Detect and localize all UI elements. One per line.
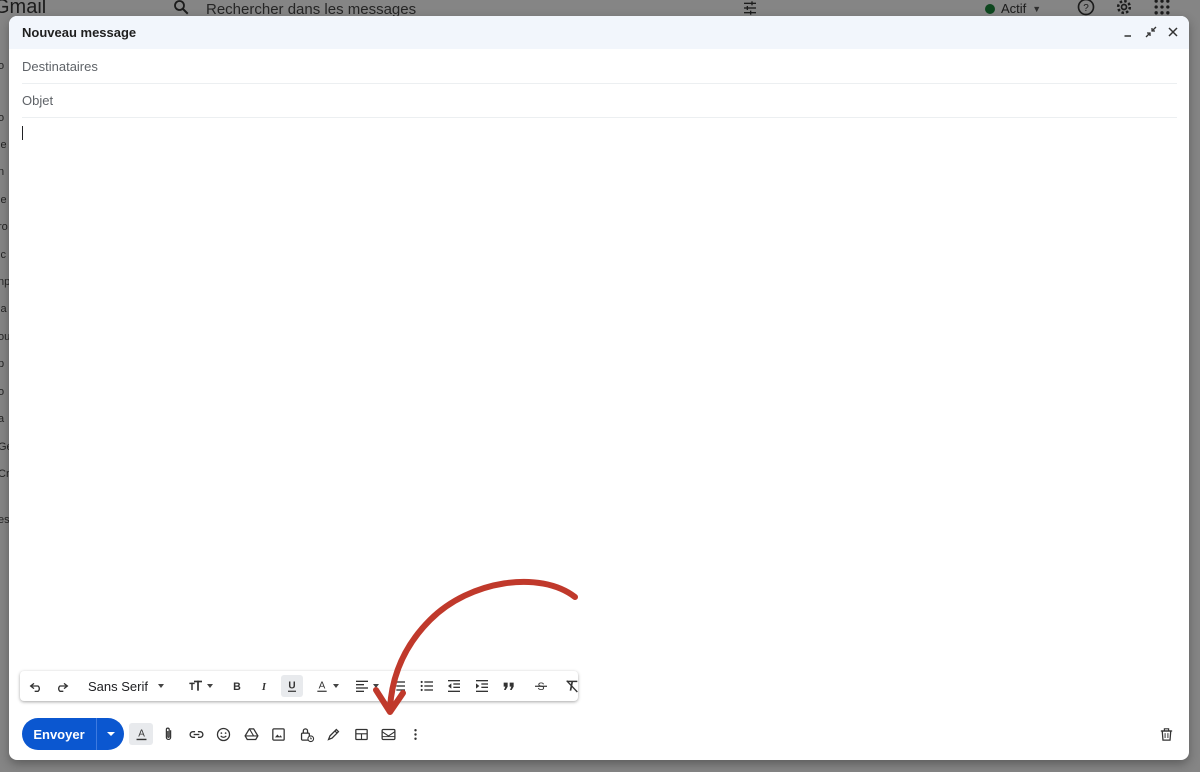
compose-header: Nouveau message: [9, 16, 1189, 49]
redo-icon: [58, 682, 69, 692]
link-icon: [189, 730, 203, 738]
drive-button[interactable]: [239, 723, 263, 745]
formatting-toolbar: Sans Serif B I U A 123 S: [20, 671, 578, 701]
layouts-icon: [354, 728, 368, 740]
align-icon: [355, 680, 368, 692]
emoji-button[interactable]: [211, 723, 235, 745]
underline-icon: U: [288, 681, 296, 692]
drive-icon: [243, 727, 259, 740]
chevron-down-icon: [157, 684, 164, 688]
photo-icon: [271, 727, 285, 741]
text-size-icon: [188, 680, 202, 691]
text-color-icon: A: [316, 681, 327, 692]
exit-fullscreen-icon: [1145, 26, 1157, 38]
numbered-list-icon: 123: [392, 679, 405, 692]
quote-icon: [503, 682, 514, 690]
undo-button[interactable]: [25, 675, 47, 697]
svg-text:A: A: [138, 728, 145, 739]
compose-window: Nouveau message Sans Serif: [9, 16, 1189, 760]
bulleted-list-button[interactable]: [416, 675, 438, 697]
discard-draft-button[interactable]: [1154, 723, 1178, 745]
undo-icon: [29, 682, 40, 692]
minimize-icon: [1124, 35, 1131, 37]
exit-fullscreen-button[interactable]: [1143, 24, 1159, 40]
align-button[interactable]: [350, 675, 382, 697]
compose-header-actions: [1121, 24, 1181, 40]
svg-text:3: 3: [392, 687, 395, 692]
quote-button[interactable]: [498, 675, 520, 697]
attach-button[interactable]: [156, 723, 180, 745]
clear-formatting-icon: [566, 680, 578, 693]
text-cursor: [22, 126, 23, 140]
message-body[interactable]: [22, 126, 1177, 666]
recipients-field[interactable]: [22, 59, 1177, 74]
font-family-label: Sans Serif: [88, 678, 148, 694]
subject-row: [22, 84, 1177, 118]
bulleted-list-icon: [420, 680, 433, 692]
chevron-down-icon: [206, 684, 213, 688]
svg-text:I: I: [261, 682, 267, 693]
recipients-row: [22, 50, 1177, 84]
indent-more-icon: [476, 680, 488, 692]
minimize-button[interactable]: [1121, 24, 1137, 40]
text-size-button[interactable]: [183, 675, 217, 697]
indent-more-button[interactable]: [471, 675, 493, 697]
compose-title: Nouveau message: [22, 25, 137, 40]
template-email-icon: [380, 728, 396, 740]
indent-less-button[interactable]: [443, 675, 465, 697]
insert-link-button[interactable]: [184, 723, 208, 745]
redo-button[interactable]: [51, 675, 73, 697]
numbered-list-button[interactable]: 123: [388, 675, 410, 697]
layouts-button[interactable]: [349, 723, 373, 745]
strikethrough-button[interactable]: S: [530, 675, 552, 697]
confidential-mode-button[interactable]: [294, 723, 318, 745]
indent-less-icon: [448, 680, 460, 692]
more-options-icon: [413, 728, 417, 740]
underline-button[interactable]: U: [281, 675, 303, 697]
svg-text:U: U: [288, 681, 295, 692]
emoji-icon: [216, 727, 230, 741]
signature-button[interactable]: [321, 723, 345, 745]
more-options-button[interactable]: [403, 723, 427, 745]
strikethrough-icon: S: [535, 681, 547, 693]
chevron-down-icon: [106, 732, 115, 736]
formatting-options-button[interactable]: A: [129, 723, 153, 745]
send-options-button[interactable]: [96, 718, 124, 750]
text-color-button[interactable]: A: [310, 675, 342, 697]
chevron-down-icon: [372, 684, 379, 688]
close-button[interactable]: [1165, 24, 1181, 40]
send-button-group: Envoyer: [22, 718, 124, 750]
template-email-button[interactable]: [376, 723, 400, 745]
send-button[interactable]: Envoyer: [22, 718, 96, 750]
signature-icon: [326, 728, 339, 741]
font-family-select[interactable]: Sans Serif: [85, 675, 167, 697]
svg-text:B: B: [233, 681, 241, 693]
svg-text:A: A: [318, 681, 325, 692]
bold-icon: B: [233, 681, 241, 693]
chevron-down-icon: [332, 684, 339, 688]
confidential-mode-icon: [300, 727, 314, 742]
trash-icon: [1160, 727, 1172, 741]
subject-field[interactable]: [22, 93, 1177, 108]
bold-button[interactable]: B: [226, 675, 248, 697]
formatting-options-icon: A: [136, 728, 146, 740]
italic-button[interactable]: I: [253, 675, 275, 697]
insert-photo-button[interactable]: [266, 723, 290, 745]
italic-icon: I: [261, 682, 267, 693]
clear-formatting-button[interactable]: [561, 675, 583, 697]
attach-icon: [165, 727, 171, 740]
svg-text:S: S: [537, 681, 544, 693]
close-icon: [1168, 27, 1178, 37]
